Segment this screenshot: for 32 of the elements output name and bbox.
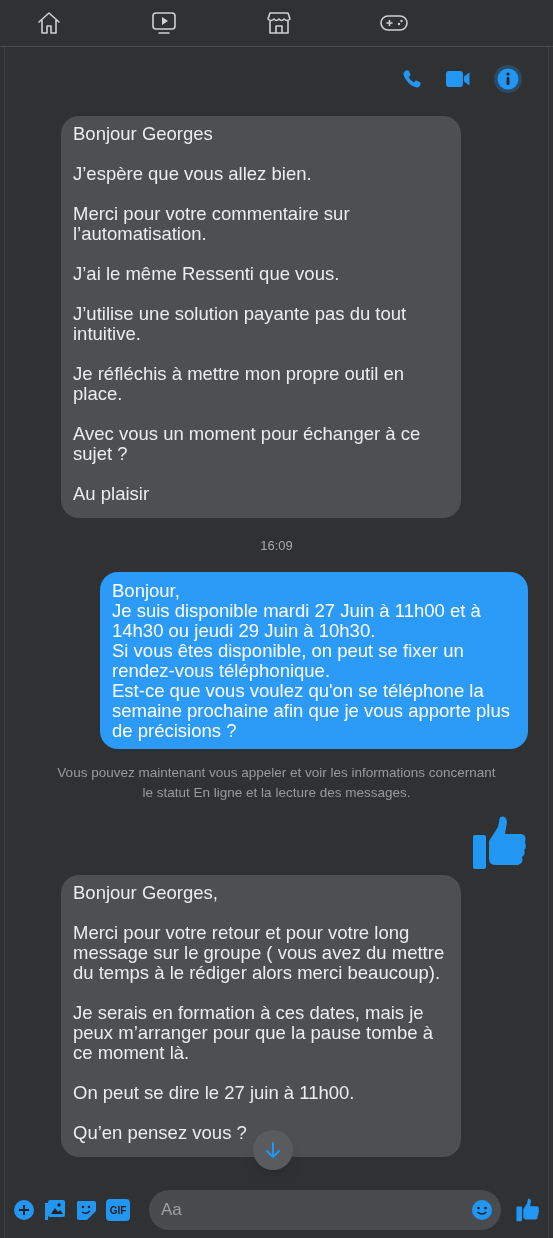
message-text: On peut se dire le 27 juin à 11h00.: [73, 1082, 356, 1103]
message-text: Bonjour Georges,: [73, 882, 219, 903]
scroll-down-button[interactable]: [253, 1130, 293, 1170]
sticker-icon[interactable]: [75, 1199, 97, 1221]
message-text: Bonjour Georges: [73, 124, 214, 144]
message-text: Merci pour votre retour et pour votre long message sur le groupe ( vous avez du mettre du temps à le rédiger alors merci beaucoup).: [73, 922, 446, 983]
message-text: Je réfléchis à mettre mon propre outil en place.: [73, 364, 406, 404]
message-text: Merci pour votre commentaire sur l’automatisation.: [73, 204, 351, 244]
info-icon[interactable]: [493, 64, 523, 94]
timestamp: 16:09: [260, 537, 293, 555]
image-icon[interactable]: [44, 1199, 66, 1221]
message-input[interactable]: Aa: [149, 1190, 501, 1230]
video-icon[interactable]: [151, 10, 177, 36]
message-text: J’espère que vous allez bien.: [73, 164, 313, 184]
notice-text: Vous pouvez maintenant vous appeler et voir les informations concernant le statut En ligne et la lecture des messages.: [56, 763, 497, 802]
phone-icon[interactable]: [401, 68, 423, 90]
message-text: J’utilise une solution payante pas du tout intuitive.: [73, 304, 408, 344]
message-text: J’ai le même Ressenti que vous.: [73, 264, 341, 284]
home-icon[interactable]: [36, 10, 62, 36]
emoji-icon[interactable]: [471, 1199, 493, 1221]
down-arrow-icon: [264, 1141, 282, 1159]
thumbs-up-icon[interactable]: [516, 1198, 540, 1222]
message-text: Avec vous un moment pour échanger à ce sujet ?: [73, 424, 422, 464]
plus-icon[interactable]: [13, 1199, 35, 1221]
store-icon[interactable]: [266, 10, 292, 36]
message-text: Bonjour, Je suis disponible mardi 27 Juin à 11h00 et à 14h30 ou jeudi 29 Juin à 10h30. Si vous êtes disponible, on peut se fixer un rendez-vous téléphonique. Est-ce que vous voulez qu'on se téléphone la semaine prochaine afin que je vous apporte plus de précisions ?: [112, 580, 511, 741]
video-camera-icon[interactable]: [445, 69, 471, 89]
message-text: Qu’en pensez vous ?: [73, 1122, 248, 1143]
message-text: Au plaisir: [73, 484, 151, 504]
message-text: Je serais en formation à ces dates, mais je peux m’arranger pour que la pause tombe à ce moment là.: [73, 1002, 434, 1063]
gif-button[interactable]: GIF: [106, 1199, 130, 1221]
thumbs-up-icon: [472, 814, 528, 871]
